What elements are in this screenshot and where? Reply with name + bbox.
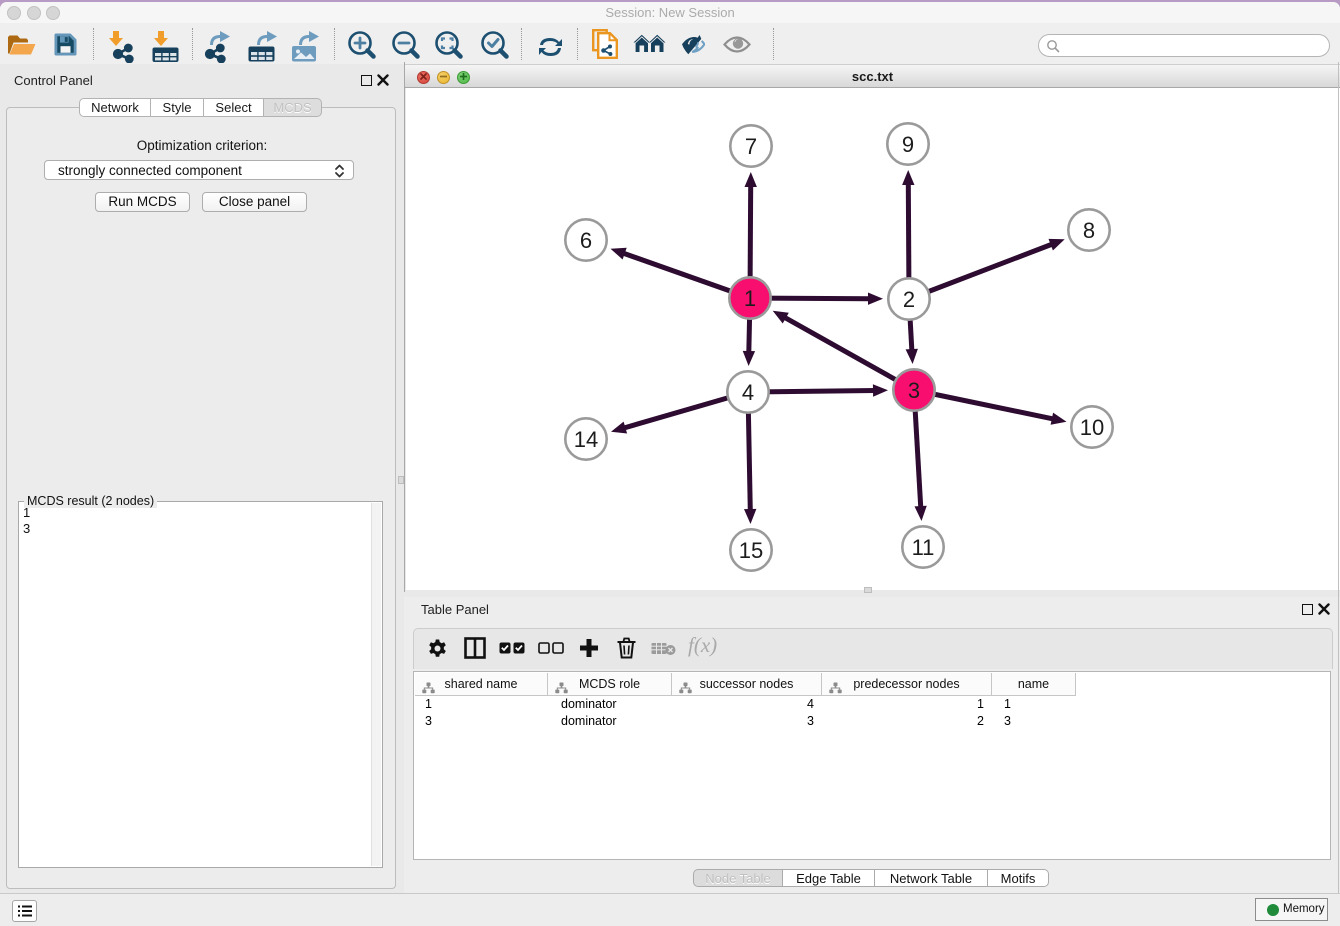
svg-text:11: 11 bbox=[912, 535, 935, 560]
svg-text:14: 14 bbox=[574, 427, 598, 452]
svg-text:8: 8 bbox=[1083, 218, 1095, 243]
svg-text:10: 10 bbox=[1080, 415, 1104, 440]
svg-text:4: 4 bbox=[742, 380, 754, 405]
svg-text:2: 2 bbox=[903, 287, 915, 312]
svg-text:3: 3 bbox=[908, 378, 920, 403]
svg-text:15: 15 bbox=[739, 538, 763, 563]
svg-text:6: 6 bbox=[580, 228, 592, 253]
svg-text:1: 1 bbox=[744, 286, 756, 311]
svg-text:9: 9 bbox=[902, 132, 914, 157]
svg-text:7: 7 bbox=[745, 134, 757, 159]
